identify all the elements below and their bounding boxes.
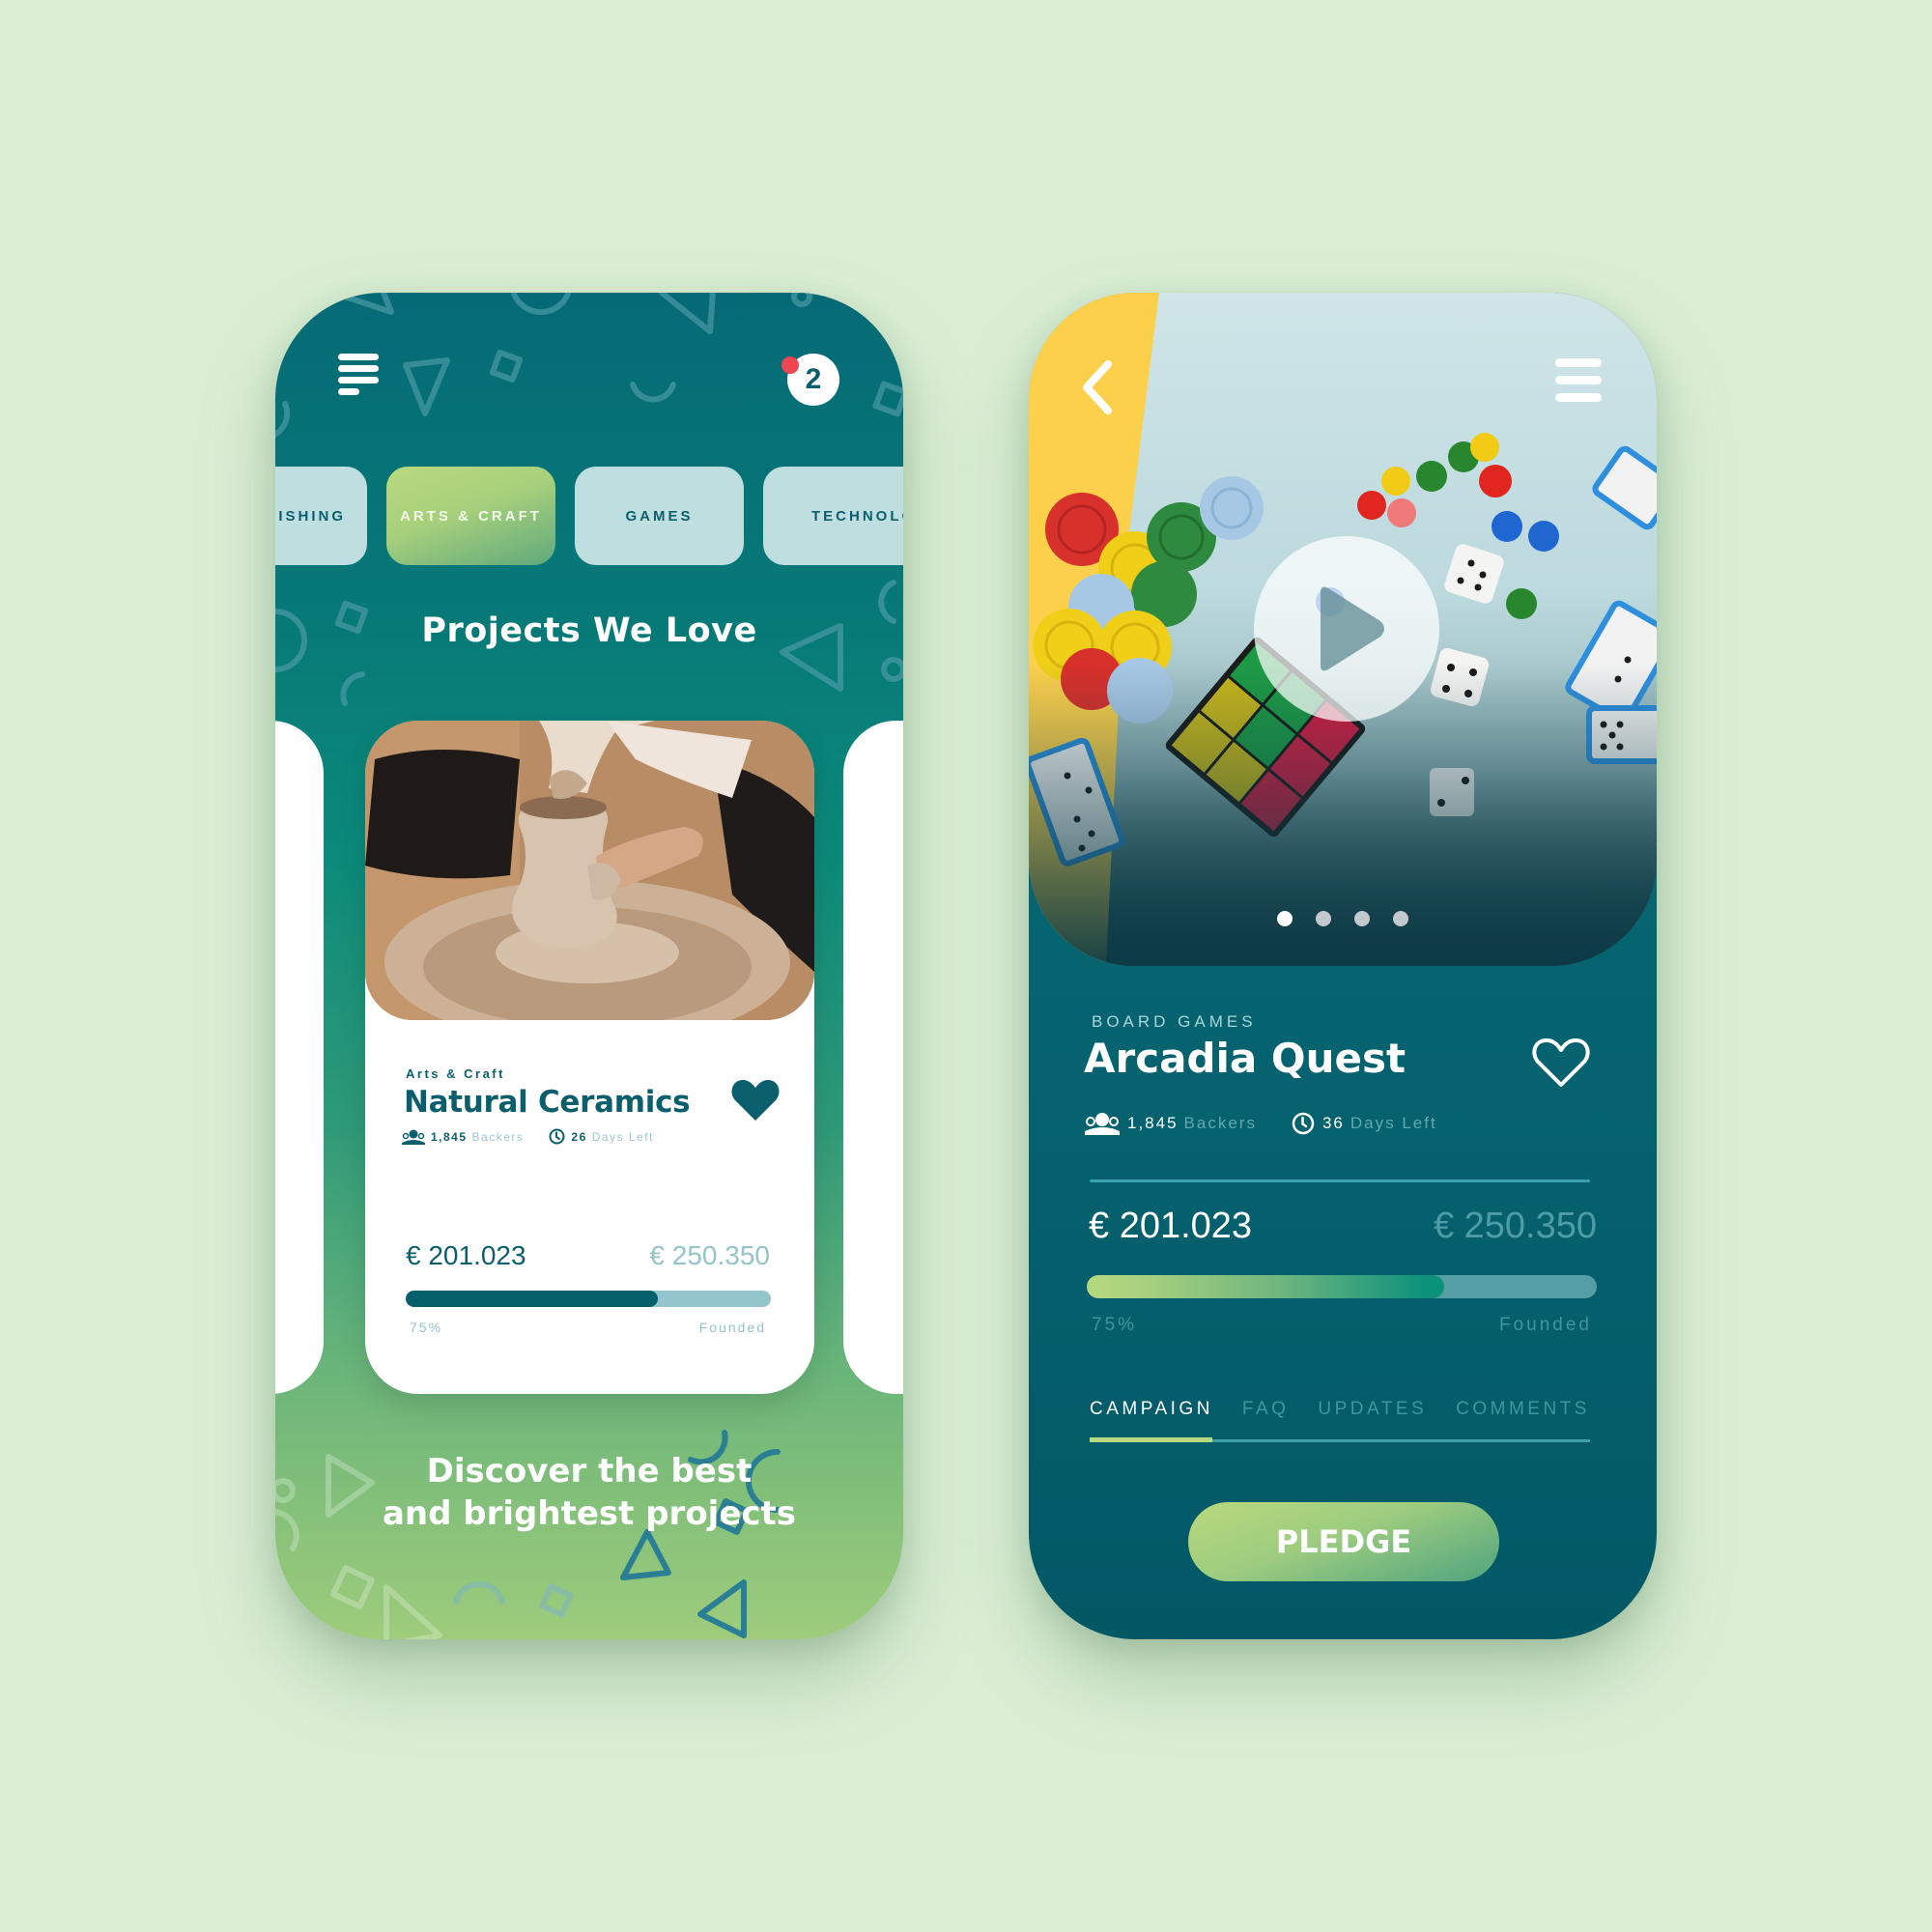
hamburger-icon[interactable] — [1555, 358, 1604, 407]
triangle-shape — [384, 1584, 442, 1639]
pottery-wheel-photo — [365, 721, 814, 1020]
clock-icon — [549, 1128, 565, 1145]
backers-icon — [1085, 1113, 1120, 1135]
heart-filled-icon[interactable] — [730, 1078, 781, 1122]
discover-screen: 2 BLISHING ARTS & CRAFT GAMES TECHNOLO P… — [275, 293, 903, 1639]
category-chip-technology[interactable]: TECHNOLO — [763, 467, 903, 565]
next-project-card[interactable] — [843, 721, 903, 1394]
funding-progress-fill — [406, 1291, 658, 1307]
clock-icon — [1292, 1112, 1315, 1135]
funding-progress-bar — [1087, 1275, 1597, 1298]
funding-progress-fill — [1087, 1275, 1444, 1298]
project-category: Arts & Craft — [406, 1066, 505, 1081]
heart-outline-icon[interactable] — [1531, 1037, 1591, 1089]
funding-goal: € 250.350 — [649, 1240, 770, 1270]
chip-label: ARTS & CRAFT — [400, 507, 542, 525]
days-label: Days Left — [1350, 1114, 1437, 1132]
arc-shape — [275, 401, 291, 438]
chevron-left-icon[interactable] — [1079, 358, 1118, 416]
circle-shape — [881, 657, 903, 682]
tagline: Discover the best and brightest projects — [275, 1450, 903, 1535]
notification-dot — [781, 356, 799, 374]
hero-media — [1029, 293, 1657, 966]
project-title: Natural Ceramics — [404, 1085, 691, 1120]
carousel-dot[interactable] — [1354, 911, 1370, 926]
square-shape — [872, 381, 903, 417]
amount-raised: € 201.023 — [1089, 1206, 1253, 1246]
carousel-dot[interactable] — [1393, 911, 1408, 926]
backers-count: 1,845 — [431, 1129, 468, 1144]
tab-faq[interactable]: FAQ — [1242, 1399, 1290, 1434]
previous-project-card[interactable] — [275, 721, 324, 1394]
tagline-line-2: and brightest projects — [382, 1494, 797, 1533]
play-icon — [1321, 586, 1384, 671]
tagline-line-1: Discover the best — [426, 1452, 753, 1491]
tab-comments[interactable]: COMMENTS — [1456, 1399, 1590, 1434]
project-stats: 1,845 Backers 26 Days Left — [402, 1128, 654, 1145]
backers-label: Backers — [471, 1129, 525, 1144]
square-shape — [539, 1583, 574, 1618]
days-count: 26 — [571, 1129, 587, 1144]
triangle-shape — [330, 293, 394, 315]
tab-updates[interactable]: UPDATES — [1318, 1399, 1427, 1434]
active-tab-indicator — [1090, 1437, 1212, 1442]
notification-count: 2 — [805, 363, 822, 395]
category-chip-publishing[interactable]: BLISHING — [275, 467, 367, 565]
funding-progress-bar — [406, 1291, 771, 1307]
tab-campaign[interactable]: CAMPAIGN — [1090, 1399, 1213, 1434]
square-shape — [489, 349, 524, 384]
amount-raised: € 201.023 — [406, 1240, 526, 1270]
backers-count: 1,845 — [1127, 1114, 1179, 1132]
project-detail-screen: BOARD GAMES Arcadia Quest 1,845 Backers … — [1029, 293, 1657, 1639]
triangle-shape — [697, 1579, 747, 1638]
play-video-button[interactable] — [1254, 536, 1439, 722]
days-count: 36 — [1321, 1114, 1345, 1132]
arc-shape — [510, 293, 572, 315]
menu-lines-icon[interactable] — [338, 354, 379, 396]
funding-status: Founded — [1498, 1315, 1592, 1335]
funding-status: Founded — [698, 1320, 766, 1335]
triangle-shape — [620, 1529, 671, 1580]
backers-label: Backers — [1183, 1114, 1257, 1132]
triangle-shape — [403, 357, 450, 416]
carousel-indicator — [1029, 911, 1657, 926]
funding-goal: € 250.350 — [1433, 1206, 1597, 1246]
pledge-button[interactable]: PLEDGE — [1188, 1502, 1499, 1581]
detail-tabs: CAMPAIGN FAQ UPDATES COMMENTS — [1090, 1399, 1590, 1434]
project-title: Arcadia Quest — [1084, 1035, 1406, 1082]
arc-shape — [453, 1581, 505, 1605]
days-label: Days Left — [591, 1129, 654, 1144]
backers-icon — [402, 1129, 425, 1145]
arc-shape — [630, 382, 676, 403]
featured-project-card[interactable]: Arts & Craft Natural Ceramics 1,845 Back… — [365, 721, 814, 1394]
arc-shape — [340, 671, 365, 706]
circle-shape — [791, 293, 812, 307]
funding-percent: 75% — [410, 1320, 443, 1335]
triangle-shape — [659, 293, 716, 334]
carousel-dot[interactable] — [1316, 911, 1331, 926]
section-title: Projects We Love — [421, 611, 757, 650]
divider — [1090, 1179, 1590, 1182]
project-image — [365, 721, 814, 1020]
category-chip-games[interactable]: GAMES — [575, 467, 744, 565]
project-stats: 1,845 Backers 36 Days Left — [1085, 1112, 1437, 1135]
chip-label: TECHNOLO — [811, 507, 903, 525]
square-shape — [330, 1565, 375, 1609]
project-category: BOARD GAMES — [1092, 1012, 1257, 1031]
category-chips: BLISHING ARTS & CRAFT GAMES TECHNOLO — [275, 467, 903, 565]
carousel-dot[interactable] — [1277, 911, 1293, 926]
category-chip-arts-craft[interactable]: ARTS & CRAFT — [386, 467, 555, 565]
funding-percent: 75% — [1092, 1315, 1138, 1335]
chip-label: GAMES — [625, 507, 694, 525]
chip-label: BLISHING — [275, 507, 346, 525]
